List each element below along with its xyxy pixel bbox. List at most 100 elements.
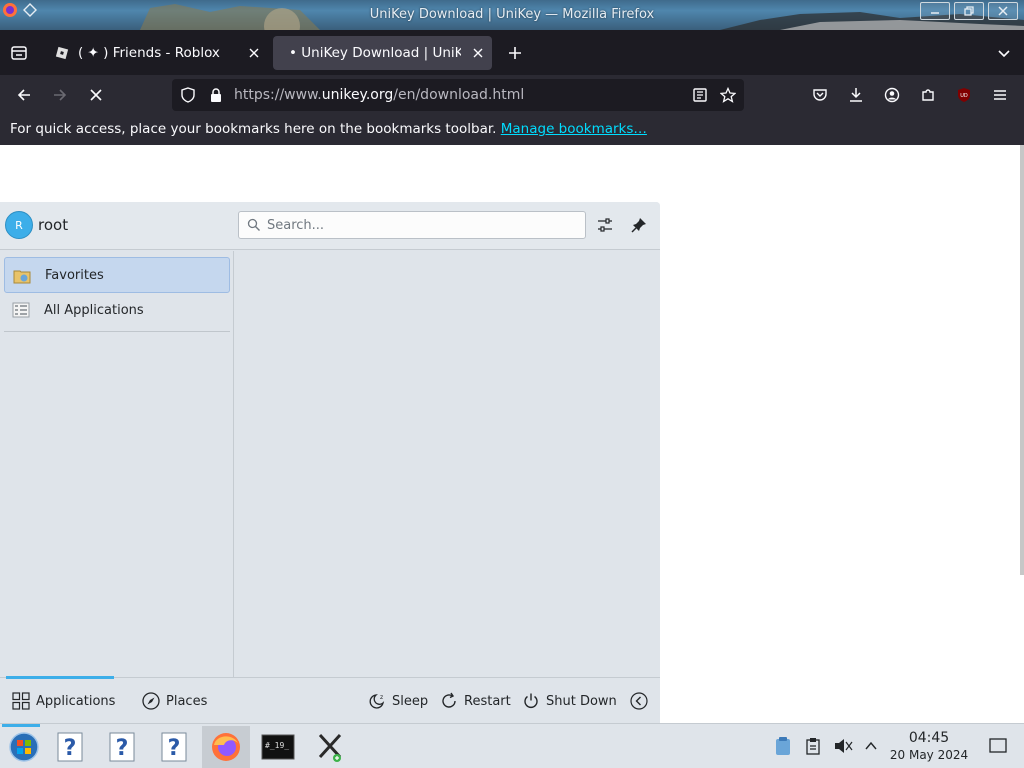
- arrow-right-icon: [54, 89, 67, 101]
- grid-icon: [12, 692, 30, 710]
- list-all-tabs-button[interactable]: [992, 38, 1016, 68]
- taskbar-x-app[interactable]: [306, 726, 354, 768]
- taskbar-unknown-app-3[interactable]: ?: [150, 726, 198, 768]
- tab-label: • UniKey Download | UniKe: [289, 45, 461, 61]
- show-desktop-button[interactable]: [987, 735, 1009, 757]
- tray-expand[interactable]: [860, 735, 882, 757]
- sleep-icon: z: [368, 692, 386, 710]
- more-session-options-button[interactable]: [630, 690, 654, 712]
- favorites-icon: [13, 270, 31, 284]
- hamburger-menu-icon: [994, 90, 1006, 100]
- category-favorites[interactable]: Favorites: [4, 257, 230, 293]
- ublock-origin-button[interactable]: UD: [950, 81, 978, 109]
- lock-icon[interactable]: [206, 85, 226, 105]
- active-tab-indicator: [6, 676, 114, 679]
- page-scrollbar[interactable]: [1020, 145, 1024, 575]
- pin-icon: [631, 218, 646, 233]
- pocket-icon: [813, 89, 827, 101]
- start-menu-icon: [9, 732, 39, 762]
- firefox-view-icon: [11, 46, 27, 60]
- restart-button[interactable]: Restart: [440, 690, 511, 712]
- search-field[interactable]: [238, 211, 586, 239]
- taskbar-panel: ? ? ? #_19_ 04:45 20 May 2024: [0, 723, 1024, 768]
- minimize-icon: [931, 12, 939, 14]
- restart-label: Restart: [464, 693, 511, 709]
- compass-icon: [142, 692, 160, 710]
- shutdown-label: Shut Down: [546, 693, 617, 709]
- navigation-toolbar: https://www.unikey.org/en/download.html …: [0, 75, 1024, 115]
- launcher-header: R root: [0, 202, 660, 250]
- tab-applications-label: Applications: [36, 693, 116, 709]
- pocket-button[interactable]: [806, 81, 834, 109]
- unknown-app-icon: ?: [57, 732, 83, 762]
- address-bar[interactable]: https://www.unikey.org/en/download.html: [172, 79, 744, 111]
- tab-strip: ( ✦ ) Friends - Roblox • UniKey Download…: [0, 30, 1024, 75]
- sleep-label: Sleep: [392, 693, 429, 709]
- taskbar-firefox[interactable]: [202, 726, 250, 768]
- tab-applications[interactable]: Applications: [12, 690, 115, 712]
- configure-button[interactable]: [594, 214, 616, 236]
- application-launcher-menu: R root Favorites All Applications Applic…: [0, 202, 660, 723]
- tab-places[interactable]: Places: [142, 690, 207, 712]
- stop-icon: [90, 89, 102, 101]
- svg-text:?: ?: [168, 736, 181, 761]
- back-button[interactable]: [10, 81, 38, 109]
- extensions-button[interactable]: [914, 81, 942, 109]
- category-all-applications[interactable]: All Applications: [4, 292, 230, 328]
- search-icon: [247, 218, 260, 231]
- close-tab-icon[interactable]: [470, 45, 486, 61]
- tray-clipboard[interactable]: [802, 735, 824, 757]
- start-menu-button[interactable]: [0, 726, 48, 768]
- tracking-protection-shield-icon[interactable]: [178, 85, 198, 105]
- close-window-button[interactable]: [988, 2, 1018, 20]
- taskbar-unknown-app-2[interactable]: ?: [98, 726, 146, 768]
- reader-view-icon[interactable]: [690, 85, 710, 105]
- downloads-button[interactable]: [842, 81, 870, 109]
- volume-muted-icon: [835, 739, 853, 753]
- forward-button[interactable]: [46, 81, 74, 109]
- restore-button[interactable]: [954, 2, 984, 20]
- clock-time[interactable]: 04:45: [888, 730, 970, 746]
- bookmarks-hint-text: For quick access, place your bookmarks h…: [10, 121, 497, 137]
- tray-clipboard-app[interactable]: [772, 735, 794, 757]
- arrow-left-icon: [17, 89, 30, 101]
- tray-volume[interactable]: [832, 735, 854, 757]
- tab-places-label: Places: [166, 693, 208, 709]
- category-divider: [4, 331, 230, 332]
- clipboard-app-icon: [776, 737, 790, 755]
- taskbar-terminal[interactable]: #_19_: [254, 726, 302, 768]
- launcher-footer: Applications Places z Sleep Restart Shut…: [0, 676, 660, 723]
- restore-icon: [964, 6, 974, 16]
- avatar[interactable]: R: [5, 211, 33, 239]
- manage-bookmarks-link[interactable]: Manage bookmarks…: [501, 121, 647, 137]
- stop-loading-button[interactable]: [82, 81, 110, 109]
- category-label: All Applications: [44, 302, 144, 318]
- minimize-button[interactable]: [920, 2, 950, 20]
- url-text[interactable]: https://www.unikey.org/en/download.html: [234, 87, 524, 103]
- show-desktop-icon: [989, 738, 1007, 753]
- pin-launcher-button[interactable]: [628, 214, 650, 236]
- account-button[interactable]: [878, 81, 906, 109]
- sleep-button[interactable]: z Sleep: [368, 690, 428, 712]
- clock-date[interactable]: 20 May 2024: [880, 748, 978, 762]
- tab-roblox-friends[interactable]: ( ✦ ) Friends - Roblox: [44, 36, 268, 70]
- close-tab-icon[interactable]: [246, 45, 262, 61]
- category-list: Favorites All Applications: [0, 251, 234, 677]
- close-icon: [998, 6, 1008, 16]
- svg-text:UD: UD: [960, 93, 968, 99]
- taskbar-unknown-app-1[interactable]: ?: [46, 726, 94, 768]
- new-tab-button[interactable]: [500, 38, 530, 68]
- search-input[interactable]: [267, 216, 567, 234]
- bookmark-star-icon[interactable]: [718, 85, 738, 105]
- window-titlebar: UniKey Download | UniKey — Mozilla Firef…: [0, 0, 1024, 30]
- tab-unikey-download[interactable]: • UniKey Download | UniKe: [273, 36, 492, 70]
- svg-text:?: ?: [64, 736, 77, 761]
- svg-text:#_19_: #_19_: [265, 741, 289, 750]
- unknown-app-icon: ?: [109, 732, 135, 762]
- account-icon: [884, 87, 900, 103]
- firefox-view-button[interactable]: [4, 38, 34, 68]
- app-menu-button[interactable]: [986, 81, 1014, 109]
- plus-icon: [509, 47, 521, 59]
- window-title: UniKey Download | UniKey — Mozilla Firef…: [369, 7, 655, 22]
- shutdown-button[interactable]: Shut Down: [522, 690, 617, 712]
